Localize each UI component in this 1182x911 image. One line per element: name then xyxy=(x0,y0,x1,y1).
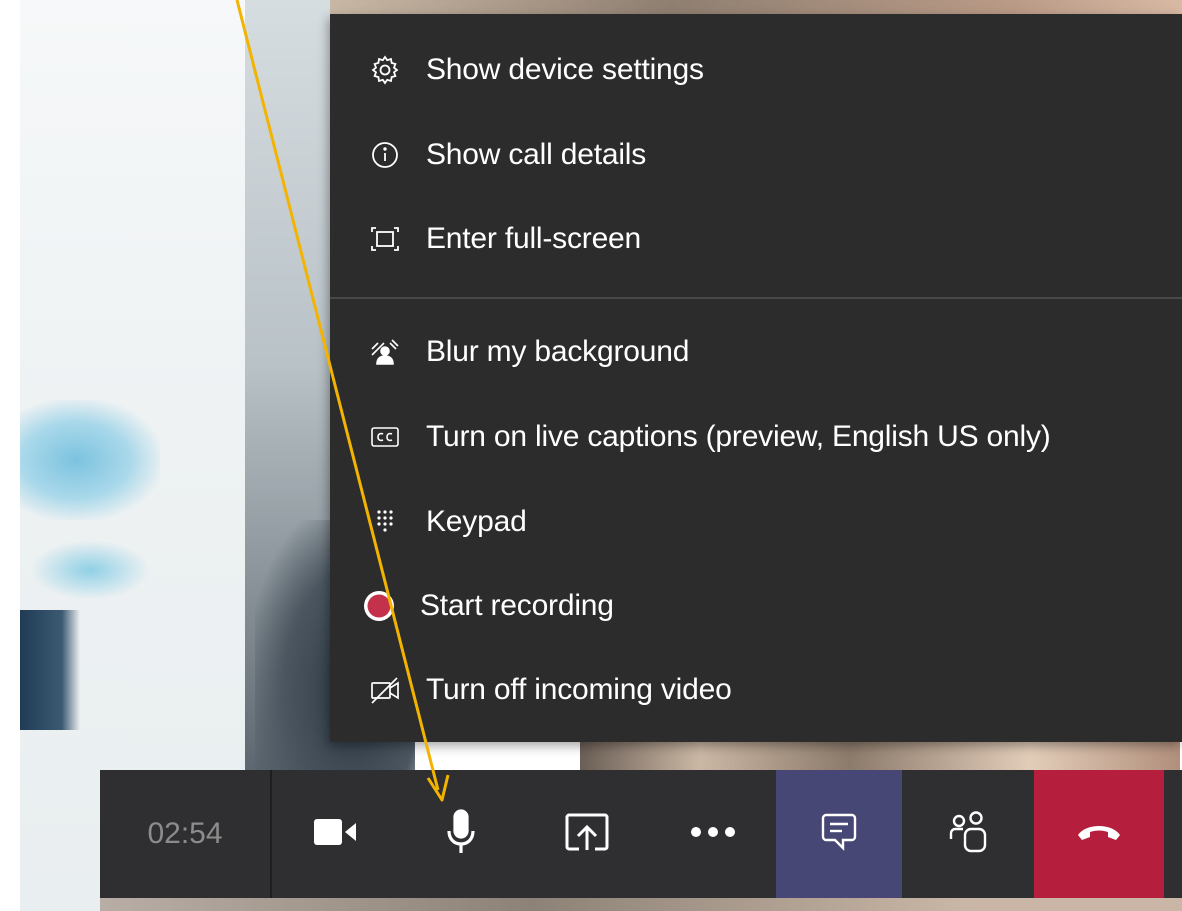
more-options-menu: Show device settings Show call details E… xyxy=(330,14,1182,742)
menu-item-show-device-settings[interactable]: Show device settings xyxy=(330,34,1182,106)
menu-item-label: Turn on live captions (preview, English … xyxy=(426,420,1051,453)
menu-item-keypad[interactable]: Keypad xyxy=(330,486,1182,558)
menu-item-label: Enter full-screen xyxy=(426,222,642,255)
fullscreen-icon xyxy=(368,222,402,256)
keypad-icon xyxy=(368,505,402,539)
call-timer: 02:54 xyxy=(100,770,272,898)
more-options-button[interactable] xyxy=(650,770,776,898)
camera-button[interactable] xyxy=(272,770,398,898)
hang-up-icon xyxy=(1076,821,1122,848)
menu-divider xyxy=(330,297,1182,299)
microphone-button[interactable] xyxy=(398,770,524,898)
participants-icon xyxy=(948,810,988,858)
share-screen-icon xyxy=(565,812,609,857)
record-icon xyxy=(362,589,396,623)
hang-up-button[interactable] xyxy=(1034,770,1164,898)
blur-background-icon xyxy=(368,335,402,369)
chat-icon xyxy=(821,813,857,856)
gear-icon xyxy=(368,53,402,87)
menu-item-show-call-details[interactable]: Show call details xyxy=(330,119,1182,191)
menu-item-start-recording[interactable]: Start recording xyxy=(330,570,1182,642)
share-screen-button[interactable] xyxy=(524,770,650,898)
menu-item-label: Keypad xyxy=(426,505,527,538)
call-controls-bar: 02:54 xyxy=(100,770,1182,898)
info-icon xyxy=(368,138,402,172)
menu-item-label: Show device settings xyxy=(426,53,704,86)
more-options-icon xyxy=(690,825,736,843)
closed-captions-icon xyxy=(368,420,402,454)
meeting-window: Show device settings Show call details E… xyxy=(0,0,1182,911)
chat-button[interactable] xyxy=(776,770,902,898)
menu-item-label: Blur my background xyxy=(426,335,690,368)
microphone-icon xyxy=(444,808,478,860)
menu-item-blur-background[interactable]: Blur my background xyxy=(330,316,1182,388)
menu-item-label: Show call details xyxy=(426,138,647,171)
menu-item-turn-off-incoming-video[interactable]: Turn off incoming video xyxy=(330,654,1182,726)
participants-button[interactable] xyxy=(902,770,1034,898)
video-off-icon xyxy=(368,673,402,707)
menu-item-label: Start recording xyxy=(420,589,614,622)
menu-item-label: Turn off incoming video xyxy=(426,673,732,706)
camera-icon xyxy=(312,815,358,854)
menu-item-live-captions[interactable]: Turn on live captions (preview, English … xyxy=(330,401,1182,473)
menu-item-enter-full-screen[interactable]: Enter full-screen xyxy=(330,203,1182,275)
